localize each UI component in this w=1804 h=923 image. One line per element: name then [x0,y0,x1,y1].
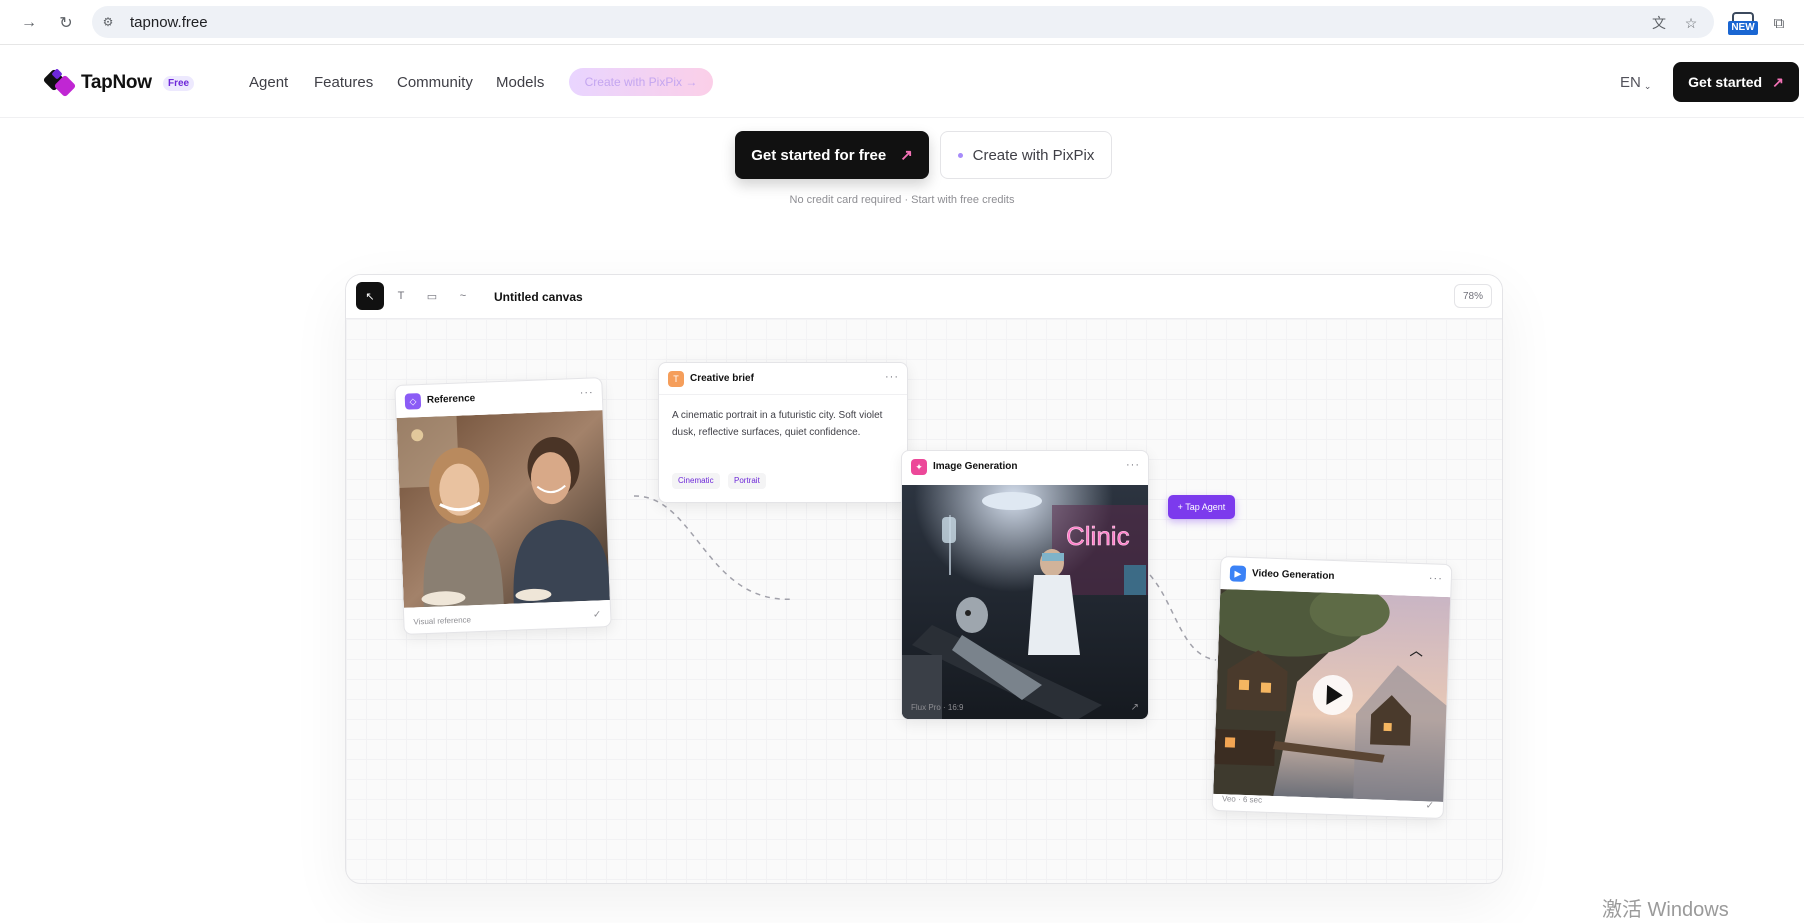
extension-new-icon[interactable]: NEW [1728,12,1758,36]
tap-agent-button[interactable]: + Tap Agent [1168,495,1235,519]
forward-icon[interactable]: → [17,11,41,35]
canvas-preview: ↖ T ▭ ~ Untitled canvas 78% ◇ Reference … [345,274,1503,884]
tag-portrait[interactable]: Portrait [728,473,766,489]
svg-text:Clinic: Clinic [1066,521,1130,551]
node-title: Reference [426,392,476,406]
url-text[interactable]: tapnow.free [130,14,208,31]
get-started-free-button[interactable]: Get started for free ↗ [735,131,929,179]
translate-icon[interactable]: 文 [1650,14,1668,32]
more-icon[interactable]: ··· [885,371,899,383]
address-bar[interactable]: ⚙ tapnow.free 文 ☆ [92,6,1714,38]
node-title: Image Generation [933,461,1018,472]
diamond-icon: ◇ [404,393,422,410]
brand-name[interactable]: TapNow [81,72,152,94]
reference-image [396,410,612,608]
hero-note: No credit card required · Start with fre… [789,194,1015,206]
dot-icon [957,152,963,158]
extensions-icon[interactable]: ⧉ [1767,11,1791,35]
text-icon: T [668,371,684,387]
node-footer: Visual reference [413,615,472,627]
reference-node[interactable]: ◇ Reference ··· Visual reference ✓ [394,377,612,635]
video-thumbnail [1213,589,1453,803]
arrow-up-right-icon[interactable]: ↗ [1131,702,1139,713]
more-icon[interactable]: ··· [579,386,593,399]
more-icon[interactable]: ··· [1429,572,1443,584]
tag-cinematic[interactable]: Cinematic [672,473,720,489]
node-title: Video Generation [1251,568,1335,583]
nav-models[interactable]: Models [496,74,544,91]
check-icon: ✓ [1425,800,1435,812]
get-started-button[interactable]: Get started ↗ [1673,62,1799,102]
create-with-pixpix-pill[interactable]: Create with PixPix → [569,68,713,96]
brief-text: A cinematic portrait in a futuristic cit… [672,410,883,438]
browser-toolbar: → ↻ ⚙ tapnow.free 文 ☆ NEW ⧉ [0,0,1804,45]
arrow-up-right-icon: ↗ [1772,73,1784,90]
site-settings-icon[interactable]: ⚙ [100,14,116,30]
logo-icon[interactable] [42,68,78,98]
more-icon[interactable]: ··· [1126,459,1140,471]
create-with-pixpix-button[interactable]: Create with PixPix [940,131,1112,179]
arrow-up-right-icon: ↗ [900,147,913,164]
check-icon: ✓ [592,609,602,621]
site-header: TapNow Free Agent Features Community Mod… [0,46,1804,118]
video-generation-node[interactable]: ▶ Video Generation ··· Veo · 6 sec ✓ [1211,556,1453,819]
language-selector[interactable]: EN ⌄ [1620,74,1651,92]
bookmark-star-icon[interactable]: ☆ [1682,14,1700,32]
play-icon: ▶ [1229,565,1247,582]
free-badge: Free [163,76,195,91]
nav-features[interactable]: Features [314,74,373,91]
windows-activation-watermark: 激活 Windows [1602,899,1729,921]
chevron-down-icon: ⌄ [1643,81,1652,91]
sparkle-icon: ✦ [911,459,927,475]
node-title: Creative brief [690,373,754,384]
nav-agent[interactable]: Agent [249,74,288,91]
node-footer: Veo · 6 sec [1221,794,1263,805]
node-footer: Flux Pro · 16:9 [911,703,964,712]
nav-community[interactable]: Community [397,74,473,91]
image-generation-node[interactable]: ✦ Image Generation ··· Clinic Flux Pro ·… [901,450,1149,720]
creative-brief-node[interactable]: T Creative brief ··· A cinematic portrai… [658,362,908,503]
generated-image: Clinic [902,485,1148,719]
reload-icon[interactable]: ↻ [54,11,78,35]
